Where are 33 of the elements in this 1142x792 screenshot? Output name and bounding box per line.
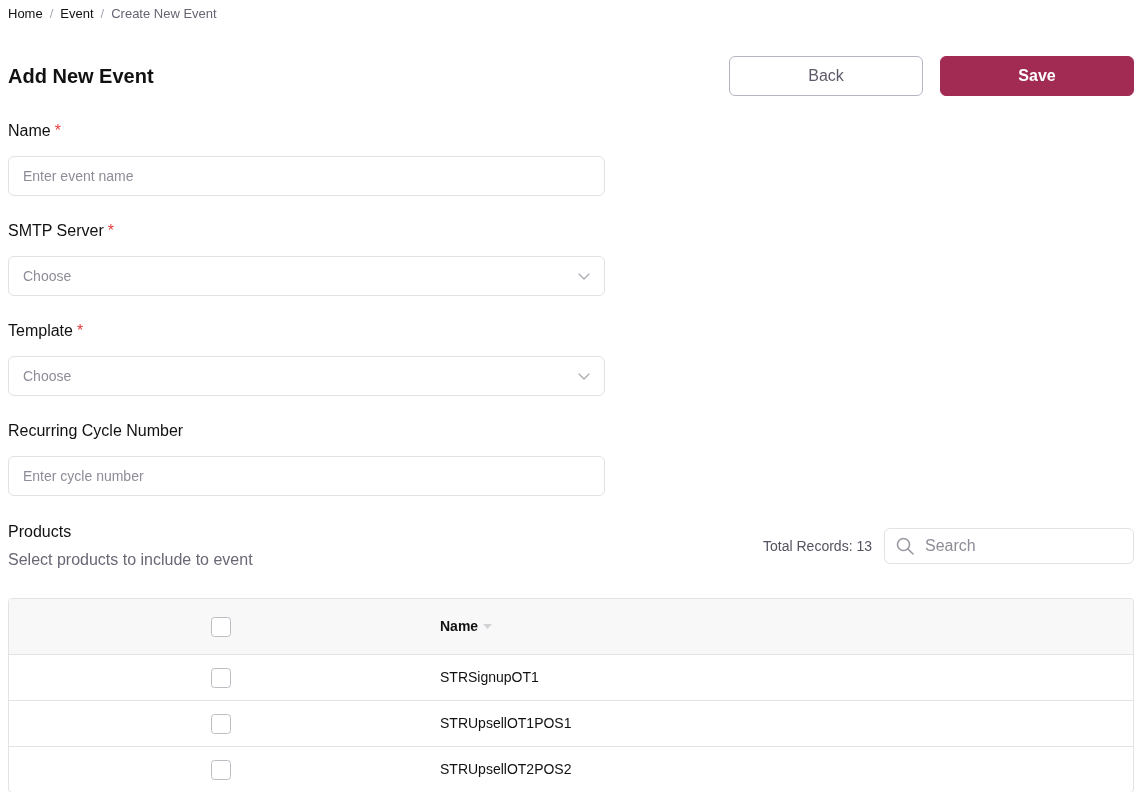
section-title: Products bbox=[8, 522, 73, 542]
page-title: Add New Event bbox=[8, 64, 154, 88]
required-asterisk: * bbox=[107, 221, 114, 241]
required-asterisk: * bbox=[76, 321, 84, 341]
row-checkbox[interactable] bbox=[210, 759, 231, 780]
table-cell: STRSignupOT1 bbox=[432, 654, 1133, 700]
column-header[interactable]: Name bbox=[440, 615, 479, 637]
sort-caret-icon bbox=[483, 623, 493, 629]
back-button[interactable]: Back bbox=[729, 56, 923, 96]
breadcrumb-current: Create New Event bbox=[111, 5, 217, 23]
section-subtitle: Select products to include to event bbox=[8, 550, 253, 570]
breadcrumb-link[interactable]: Home bbox=[8, 5, 43, 23]
field-label: Name bbox=[8, 121, 51, 141]
chevron-down-icon bbox=[578, 272, 590, 280]
field-label: SMTP Server bbox=[8, 221, 104, 241]
search-icon bbox=[896, 537, 914, 555]
row-checkbox[interactable] bbox=[210, 713, 231, 734]
breadcrumb-separator: / bbox=[49, 5, 54, 23]
chevron-down-icon bbox=[578, 372, 590, 380]
search-field[interactable]: Search bbox=[884, 528, 1134, 564]
breadcrumb-link[interactable]: Event bbox=[60, 5, 94, 23]
table-cell: STRUpsellOT1POS1 bbox=[432, 700, 1133, 746]
save-button[interactable]: Save bbox=[940, 56, 1134, 96]
breadcrumb-separator: / bbox=[100, 5, 105, 23]
field-label: Recurring Cycle Number bbox=[8, 421, 184, 441]
row-checkbox[interactable] bbox=[210, 667, 231, 688]
field-label: Template bbox=[8, 321, 73, 341]
input-field[interactable]: Enter event name bbox=[8, 156, 605, 196]
total-records-text: Total Records: 13 bbox=[763, 536, 872, 556]
input-field[interactable]: Enter cycle number bbox=[8, 456, 605, 496]
required-asterisk: * bbox=[54, 121, 61, 141]
table-cell: STRUpsellOT2POS2 bbox=[432, 746, 1133, 792]
select-all-checkbox[interactable] bbox=[210, 616, 231, 637]
